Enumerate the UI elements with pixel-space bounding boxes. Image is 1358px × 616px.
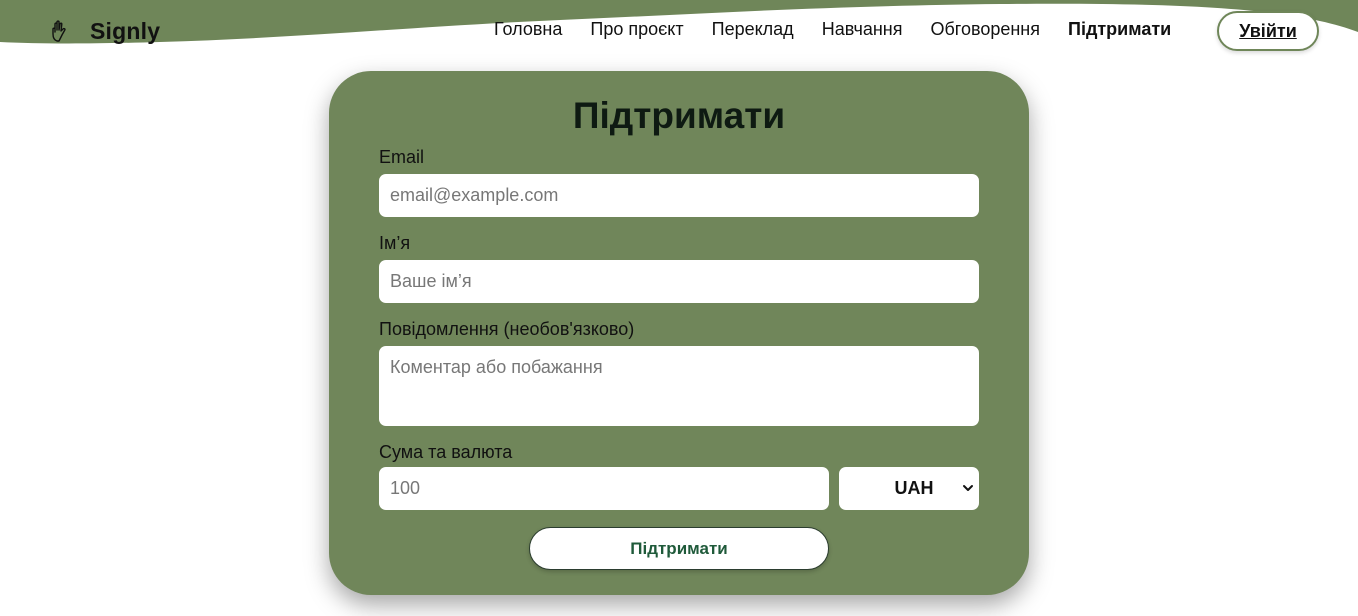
brand-name: Signly (90, 17, 161, 44)
submit-support-button[interactable]: Підтримати (529, 527, 829, 570)
nav-item-support[interactable]: Підтримати (1068, 19, 1171, 40)
amount-field[interactable] (379, 467, 829, 510)
nav-item-translate[interactable]: Переклад (712, 19, 794, 40)
nav-item-home[interactable]: Головна (494, 19, 562, 40)
login-button[interactable]: Увійти (1217, 11, 1319, 51)
currency-value: UAH (894, 478, 934, 498)
message-label: Повідомлення (необов'язково) (379, 319, 635, 339)
currency-select[interactable]: UAH (839, 467, 979, 510)
nav-item-discussion[interactable]: Обговорення (930, 19, 1040, 40)
nav-item-about[interactable]: Про проєкт (590, 19, 683, 40)
nav-item-learning[interactable]: Навчання (822, 19, 903, 40)
support-form-card: Підтримати Email Ім’я Повідомлення (необ… (329, 71, 1029, 595)
chevron-down-icon (963, 485, 973, 491)
page: Signly Головна Про проєкт Переклад Навча… (0, 0, 1358, 616)
form-title: Підтримати (572, 95, 786, 136)
name-field[interactable] (379, 260, 979, 303)
email-label: Email (379, 147, 425, 167)
email-field[interactable] (379, 174, 979, 217)
name-label: Ім’я (379, 233, 411, 253)
hand-sign-icon (52, 20, 66, 42)
brand-logo[interactable]: Signly (50, 16, 160, 46)
main-nav: Головна Про проєкт Переклад Навчання Обг… (494, 19, 1171, 40)
message-field[interactable] (379, 346, 979, 426)
amount-label: Сума та валюта (379, 442, 513, 462)
